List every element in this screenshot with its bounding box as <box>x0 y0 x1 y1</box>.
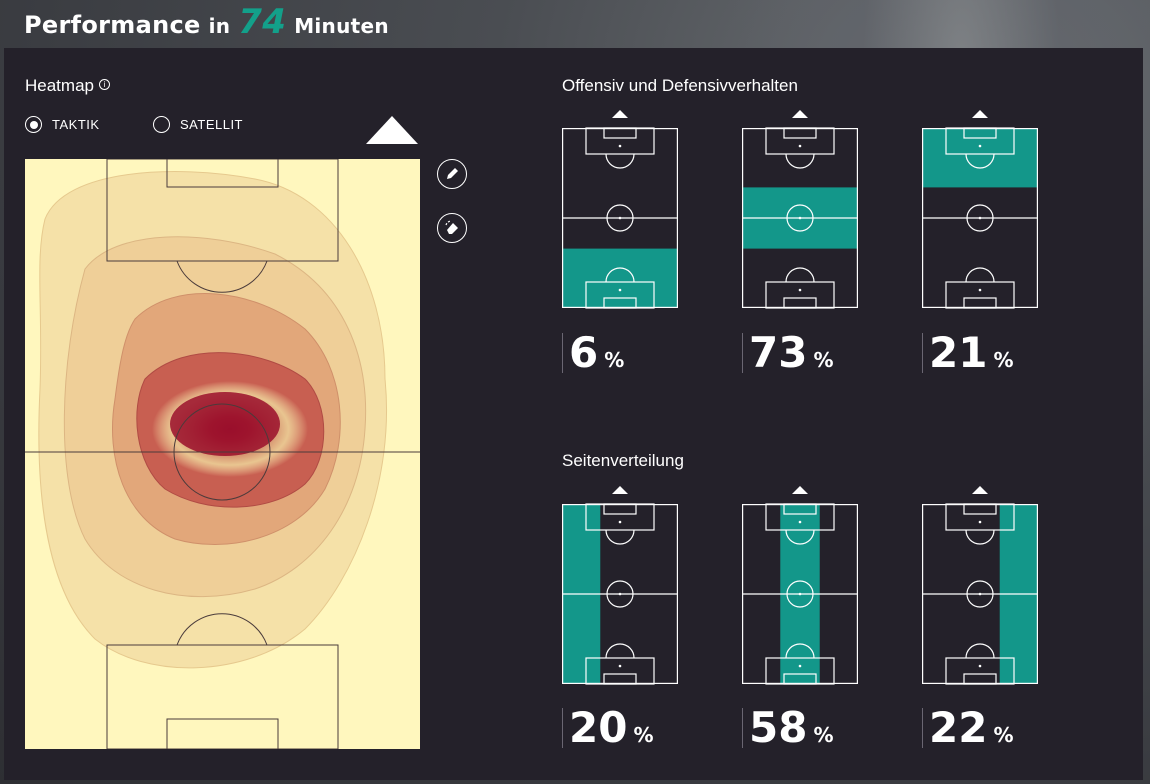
offensive-title: Offensiv und Defensivverhalten <box>562 76 798 95</box>
direction-arrow-icon <box>792 110 808 118</box>
pitch-spot <box>978 520 982 524</box>
pitch-spot <box>798 592 802 596</box>
attack-direction-arrow-icon <box>366 116 418 144</box>
pitch-spot <box>618 664 622 668</box>
pitch-spot <box>798 216 802 220</box>
pitch-spot <box>798 144 802 148</box>
pitch-spot <box>978 664 982 668</box>
direction-arrow-icon <box>972 486 988 494</box>
heatmap-title: Heatmap i <box>25 76 110 96</box>
radio-unselected-icon[interactable] <box>153 116 170 133</box>
pitch-spot <box>618 216 622 220</box>
percent-value: 20 <box>569 703 628 752</box>
zone-highlight <box>562 248 678 308</box>
percent-unit: % <box>993 723 1014 747</box>
radio-taktik[interactable]: TAKTIK <box>25 116 100 133</box>
sides-title: Seitenverteilung <box>562 451 684 470</box>
percent-value: 58 <box>749 703 808 752</box>
pencil-tool-button[interactable] <box>437 159 467 189</box>
radio-satellit[interactable]: SATELLIT <box>153 116 243 133</box>
heatmap-title-text: Heatmap <box>25 76 94 95</box>
percent-unit: % <box>813 348 834 372</box>
pitch-spot <box>798 288 802 292</box>
radio-satellit-label: SATELLIT <box>180 117 244 132</box>
offensive-mini-pitch-bottom <box>562 110 678 309</box>
offensive-mini-pitch-top <box>922 110 1038 309</box>
side-mini-pitch-center <box>742 486 858 685</box>
offensive-bottom-percent: 6% <box>562 328 625 377</box>
offensive-top-percent: 21% <box>922 328 1014 377</box>
pitch-spot <box>618 592 622 596</box>
pitch-spot <box>978 592 982 596</box>
percent-unit: % <box>993 348 1014 372</box>
pitch-spot <box>618 144 622 148</box>
side-center-percent: 58% <box>742 703 834 752</box>
info-icon[interactable]: i <box>98 79 110 90</box>
percent-value: 73 <box>749 328 808 377</box>
pitch-spot <box>978 216 982 220</box>
eraser-tool-button[interactable] <box>437 213 467 243</box>
eraser-icon <box>445 220 458 234</box>
percent-value: 21 <box>929 328 988 377</box>
minutes-played: 74 <box>238 2 287 42</box>
direction-arrow-icon <box>612 110 628 118</box>
percent-unit: % <box>813 723 834 747</box>
percent-value: 22 <box>929 703 988 752</box>
performance-panel: Heatmap i TAKTIK SATELLIT Offensiv und D… <box>4 48 1143 780</box>
title-in: in <box>208 14 231 38</box>
direction-arrow-icon <box>612 486 628 494</box>
percent-unit: % <box>633 723 654 747</box>
heatmap-pitch[interactable] <box>25 159 420 749</box>
direction-arrow-icon <box>792 486 808 494</box>
radio-selected-icon[interactable] <box>25 116 42 133</box>
pitch-spot <box>618 520 622 524</box>
side-left-percent: 20% <box>562 703 654 752</box>
page-title: Performance in 74 Minuten <box>24 2 389 42</box>
pitch-spot <box>618 288 622 292</box>
pitch-spot <box>978 144 982 148</box>
pitch-spot <box>798 520 802 524</box>
percent-unit: % <box>604 348 625 372</box>
side-mini-pitch-left <box>562 486 678 685</box>
side-mini-pitch-right <box>922 486 1038 685</box>
zone-highlight <box>922 128 1038 188</box>
offensive-mini-pitch-middle <box>742 110 858 309</box>
title-prefix: Performance <box>24 11 201 39</box>
radio-taktik-label: TAKTIK <box>52 117 100 132</box>
pitch-spot <box>798 664 802 668</box>
percent-value: 6 <box>569 328 599 377</box>
direction-arrow-icon <box>972 110 988 118</box>
offensive-middle-percent: 73% <box>742 328 834 377</box>
pencil-icon <box>447 168 458 179</box>
pitch-spot <box>978 288 982 292</box>
side-right-percent: 22% <box>922 703 1014 752</box>
title-suffix: Minuten <box>294 14 389 38</box>
